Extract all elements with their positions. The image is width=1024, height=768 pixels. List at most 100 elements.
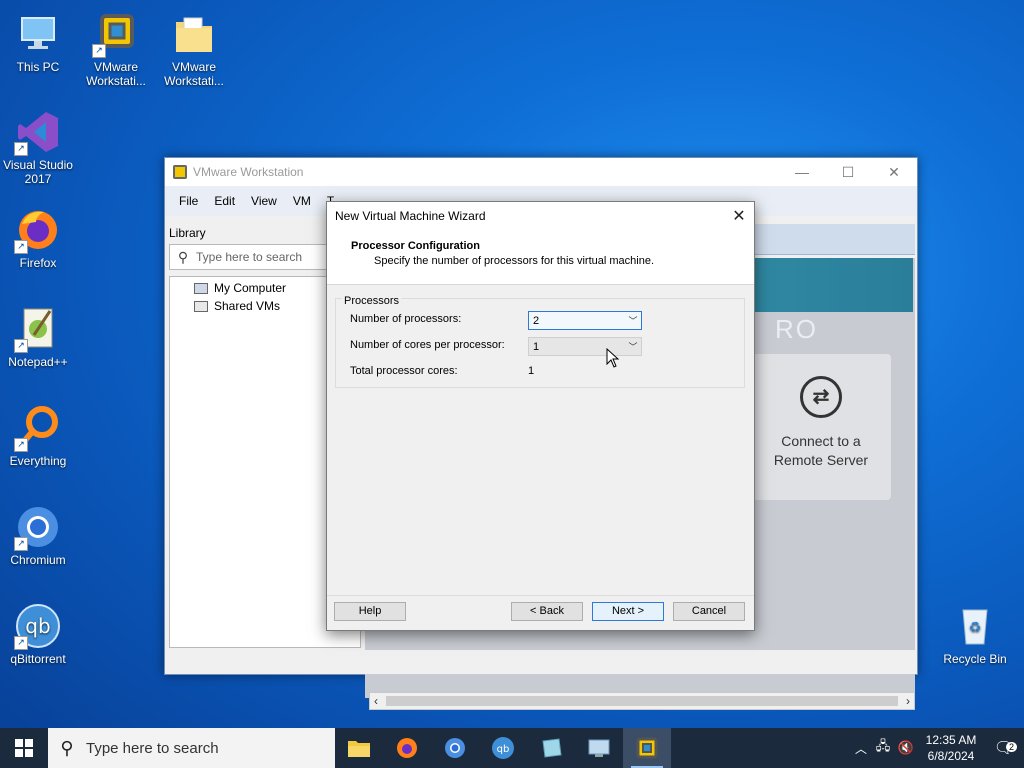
processors-group-label: Processors <box>342 295 402 307</box>
taskbar-file-explorer[interactable] <box>335 728 383 768</box>
desktop-icon-everything[interactable]: ↗ Everything <box>0 404 76 468</box>
taskbar-search-box[interactable]: ⚲ Type here to search <box>48 728 335 768</box>
clock[interactable]: 12:35 AM 6/8/2024 <box>918 732 984 764</box>
folder-icon <box>170 10 218 58</box>
shortcut-arrow-icon: ↗ <box>14 142 28 156</box>
firefox-icon: ↗ <box>14 206 62 254</box>
magnifier-icon: ↗ <box>14 404 62 452</box>
vmware-titlebar[interactable]: VMware Workstation — ☐ ✕ <box>165 158 917 186</box>
new-vm-wizard-dialog: New Virtual Machine Wizard ✕ Processor C… <box>326 201 755 631</box>
menu-view[interactable]: View <box>243 194 285 208</box>
wizard-titlebar[interactable]: New Virtual Machine Wizard ✕ <box>327 202 754 230</box>
menu-edit[interactable]: Edit <box>206 194 243 208</box>
clock-time: 12:35 AM <box>925 733 977 747</box>
taskbar-notepad-app[interactable] <box>527 728 575 768</box>
desktop-icon-firefox[interactable]: ↗ Firefox <box>0 206 76 270</box>
wizard-footer: Help < Back Next > Cancel <box>327 595 754 630</box>
minimize-icon[interactable]: — <box>779 164 825 181</box>
search-icon: ⚲ <box>177 248 189 265</box>
shortcut-arrow-icon: ↗ <box>92 44 106 58</box>
wizard-heading: Processor Configuration <box>351 240 480 252</box>
desktop-icon-notepadpp[interactable]: ↗ Notepad++ <box>0 305 76 369</box>
taskbar-vmware[interactable] <box>623 728 671 768</box>
scrollbar-thumb[interactable] <box>386 696 898 706</box>
connect-arrows-icon: ⇄ <box>800 376 842 418</box>
help-button[interactable]: Help <box>334 602 406 621</box>
desktop-icon-vmware-folder[interactable]: VMware Workstati... <box>156 10 232 88</box>
taskbar-chromium[interactable] <box>431 728 479 768</box>
desktop-icon-chromium[interactable]: ↗ Chromium <box>0 503 76 567</box>
recycle-bin-icon: ♻ <box>951 602 999 650</box>
close-icon[interactable]: ✕ <box>724 206 754 226</box>
notification-count-badge: 2 <box>1006 742 1018 752</box>
menu-file[interactable]: File <box>171 194 206 208</box>
notification-center-button[interactable]: 🗨 2 <box>984 738 1024 758</box>
total-cores-label: Total processor cores: <box>350 365 458 377</box>
firefox-icon <box>397 738 417 758</box>
tree-item-label: My Computer <box>214 281 287 295</box>
desktop-icon-label: This PC <box>16 60 60 74</box>
desktop-icon-this-pc[interactable]: This PC <box>0 10 76 74</box>
shortcut-arrow-icon: ↗ <box>14 537 28 551</box>
shortcut-arrow-icon: ↗ <box>14 438 28 452</box>
network-icon[interactable]: 🖧 <box>872 737 894 759</box>
cores-per-processor-select[interactable]: 1 ﹀ <box>528 337 642 356</box>
svg-text:qb: qb <box>497 744 510 755</box>
vmware-icon: ↗ <box>92 10 140 58</box>
vmware-icon <box>636 737 658 759</box>
close-icon[interactable]: ✕ <box>871 164 917 181</box>
cancel-button[interactable]: Cancel <box>673 602 745 621</box>
next-button[interactable]: Next > <box>592 602 664 621</box>
svg-text:♻: ♻ <box>969 620 982 636</box>
connect-remote-server-button[interactable]: ⇄ Connect to a Remote Server <box>751 354 891 500</box>
notepad-icon <box>542 738 562 758</box>
desktop-icon-vmware-1[interactable]: ↗ VMware Workstati... <box>78 10 154 88</box>
vmware-logo-icon <box>173 165 187 179</box>
desktop-icon-label: Notepad++ <box>8 355 68 369</box>
desktop-icon-label: VMware Workstati... <box>164 60 224 88</box>
desktop-icon-label: Chromium <box>10 553 66 567</box>
wizard-header: Processor Configuration Specify the numb… <box>327 230 754 285</box>
vmware-window-title: VMware Workstation <box>193 165 304 179</box>
desktop-icon-label: VMware Workstati... <box>86 60 146 88</box>
start-button[interactable] <box>0 728 48 768</box>
chevron-up-icon[interactable]: ︿ <box>850 740 872 757</box>
num-processors-label: Number of processors: <box>350 313 462 325</box>
connect-line2: Remote Server <box>773 452 869 468</box>
status-bar <box>165 650 917 674</box>
desktop-icon-recycle-bin[interactable]: ♻ Recycle Bin <box>937 602 1013 666</box>
chevron-down-icon: ﹀ <box>628 342 638 352</box>
cores-per-processor-value: 1 <box>533 340 540 353</box>
desktop-icon-visual-studio[interactable]: ↗ Visual Studio 2017 <box>0 108 76 186</box>
desktop-icon-label: Recycle Bin <box>943 652 1007 666</box>
computer-icon <box>14 10 62 58</box>
desktop-icon-qbittorrent[interactable]: qb ↗ qBittorrent <box>0 602 76 666</box>
shortcut-arrow-icon: ↗ <box>14 240 28 254</box>
volume-muted-icon[interactable]: 🔇 <box>894 740 918 756</box>
search-icon: ⚲ <box>60 737 74 758</box>
taskbar-control-panel[interactable] <box>575 728 623 768</box>
folder-icon <box>348 741 370 757</box>
svg-text:qb: qb <box>25 614 50 638</box>
control-panel-icon <box>588 739 610 757</box>
horizontal-scrollbar[interactable]: ‹ › <box>369 692 915 710</box>
taskbar-firefox[interactable] <box>383 728 431 768</box>
desktop-icon-label: qBittorrent <box>10 652 66 666</box>
shortcut-arrow-icon: ↗ <box>14 339 28 353</box>
maximize-icon[interactable]: ☐ <box>825 164 871 181</box>
num-processors-select[interactable]: 2 ﹀ <box>528 311 642 330</box>
shared-vms-icon <box>194 300 208 312</box>
wizard-title: New Virtual Machine Wizard <box>335 209 486 223</box>
taskbar: ⚲ Type here to search qb ︿ 🖧 🔇 12:35 AM … <box>0 728 1024 768</box>
taskbar-search-placeholder: Type here to search <box>86 739 219 757</box>
scroll-right-icon[interactable]: › <box>906 694 910 708</box>
cores-per-processor-label: Number of cores per processor: <box>350 339 505 351</box>
clock-date: 6/8/2024 <box>927 749 975 763</box>
desktop-icon-label: Firefox <box>19 256 57 270</box>
back-button[interactable]: < Back <box>511 602 583 621</box>
wizard-subheading: Specify the number of processors for thi… <box>374 255 655 267</box>
taskbar-qbittorrent[interactable]: qb <box>479 728 527 768</box>
menu-vm[interactable]: VM <box>285 194 319 208</box>
library-search-input[interactable]: ⚲ Type here to search <box>169 244 329 270</box>
scroll-left-icon[interactable]: ‹ <box>374 694 378 708</box>
